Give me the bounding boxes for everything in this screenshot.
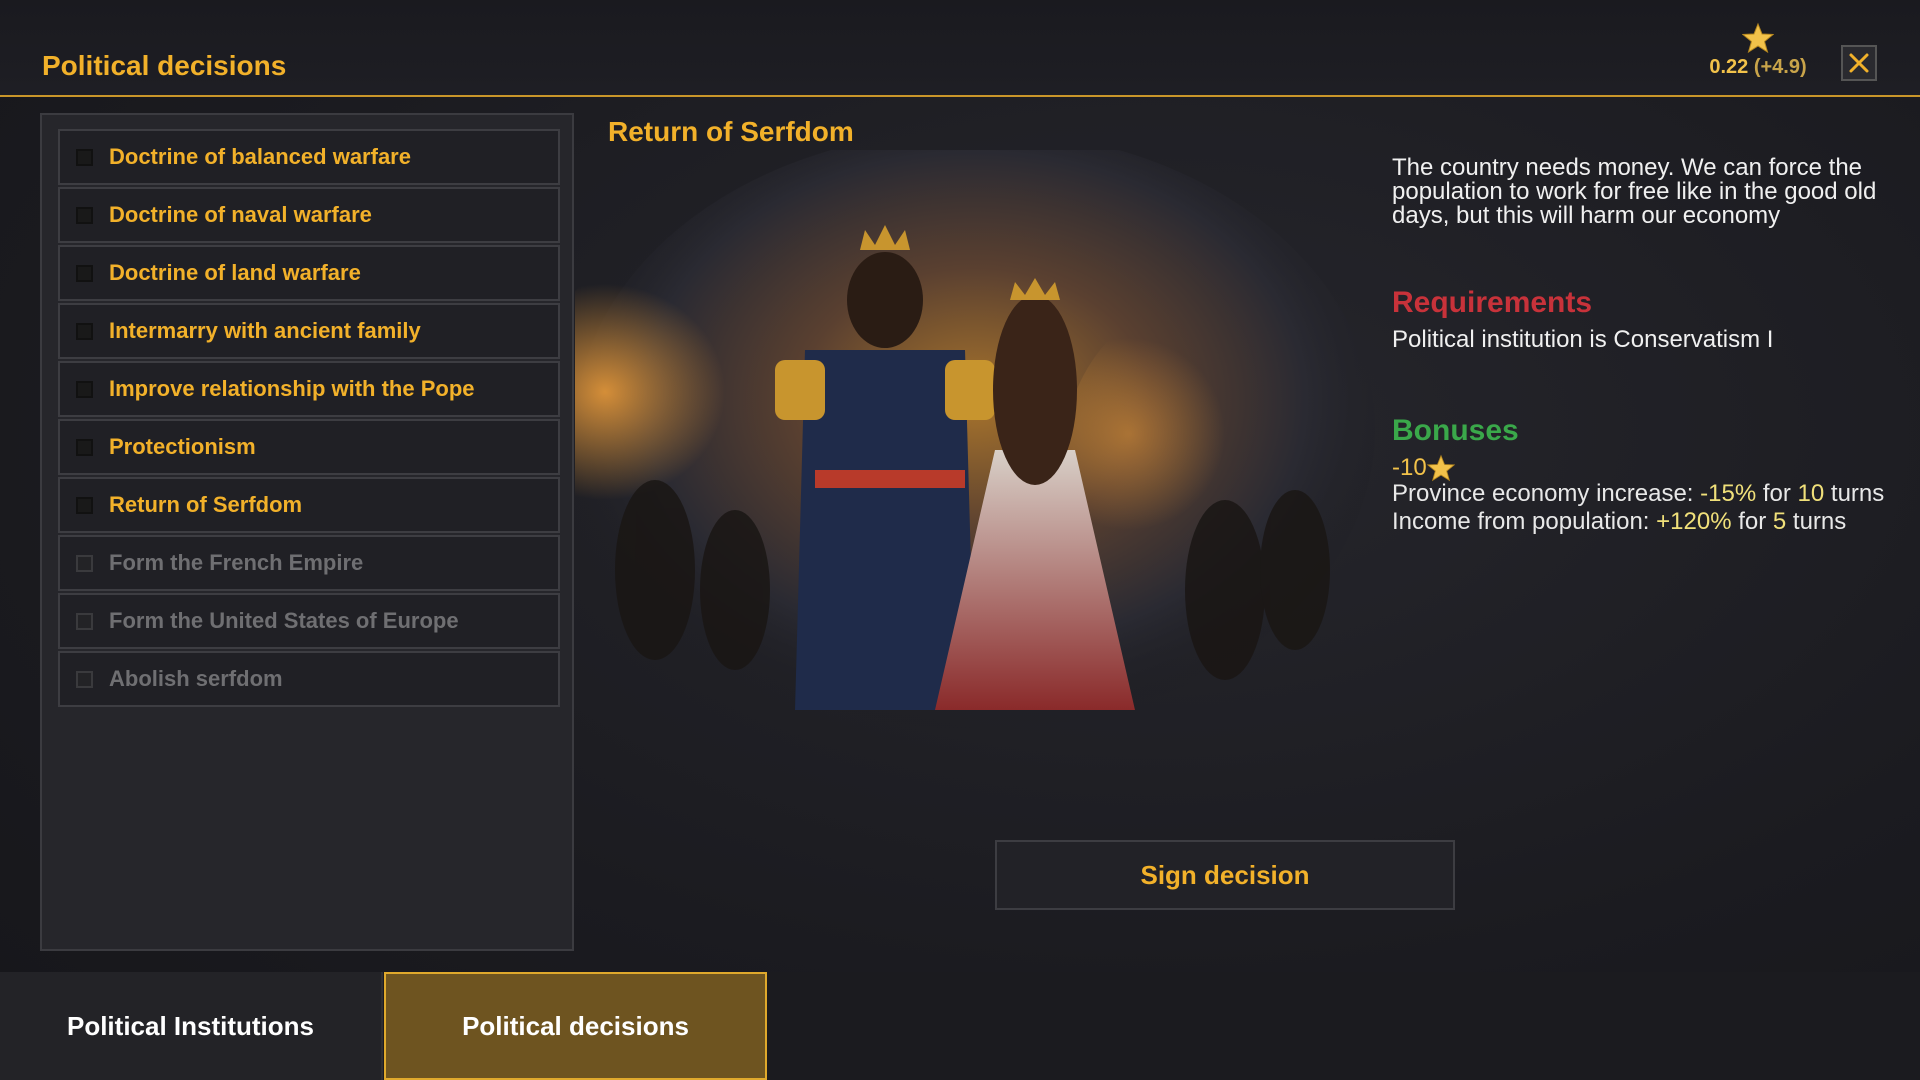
decision-item[interactable]: Return of Serfdom [58,477,560,533]
bonus-unit: turns [1786,508,1847,535]
tab-political-institutions[interactable]: Political Institutions [0,972,383,1080]
bonus-for: for [1731,508,1773,535]
decision-item[interactable]: Doctrine of naval warfare [58,187,560,243]
star-icon [1426,454,1455,482]
decision-checkbox[interactable] [76,264,93,282]
requirements-heading: Requirements [1392,286,1593,319]
decision-checkbox[interactable] [76,612,93,630]
decision-label: Abolish serfdom [109,666,283,691]
decision-checkbox[interactable] [76,380,93,398]
decisions-list-panel: Doctrine of balanced warfare Doctrine of … [40,113,574,951]
bonus-value: +120% [1656,508,1732,535]
bonus-turns: 10 [1797,480,1825,507]
bonus-item: Income from population: +120% for 5 turn… [1392,508,1892,536]
decision-label: Doctrine of land warfare [109,260,361,285]
bottom-tab-bar: Political Institutions Political decisio… [0,972,1920,1080]
tab-political-decisions[interactable]: Political decisions [384,972,767,1080]
page-title: Political decisions [42,50,287,81]
decision-label: Intermarry with ancient family [109,318,421,343]
decision-checkbox[interactable] [76,322,93,340]
bonus-label: Income from population: [1392,508,1657,535]
decision-item[interactable]: Doctrine of land warfare [58,245,560,301]
decision-checkbox[interactable] [76,438,93,456]
bonus-item: Province economy increase: -15% for 10 t… [1392,480,1892,508]
decision-label: Improve relationship with the Pope [109,376,475,401]
decision-label: Doctrine of balanced warfare [109,144,411,169]
decision-checkbox[interactable] [76,670,93,688]
header-bar: Political decisions 0.22 (+4.9) [0,0,1920,97]
decision-item[interactable]: Form the French Empire [58,535,560,591]
decision-label: Form the French Empire [109,550,364,575]
requirement-text: Political institution is Conservatism I [1392,326,1774,353]
bonus-list: Province economy increase: -15% for 10 t… [1392,480,1892,536]
bonus-value: -15% [1700,480,1757,507]
bonus-turns: 5 [1772,508,1787,535]
decision-item[interactable]: Abolish serfdom [58,651,560,707]
currency-value: 0.22 [1709,56,1749,78]
decision-label: Protectionism [109,434,256,459]
star-icon [1742,22,1774,54]
decisions-list: Doctrine of balanced warfare Doctrine of … [58,129,560,709]
decision-description: The country needs money. We can force th… [1392,154,1877,229]
decision-item[interactable]: Protectionism [58,419,560,475]
sign-decision-button[interactable]: Sign decision [995,840,1455,910]
cost-value: -10 [1392,454,1427,481]
close-button[interactable] [1841,45,1877,81]
bonus-label: Province economy increase: [1392,480,1701,507]
decision-title: Return of Serfdom [608,116,854,147]
decision-artwork [575,150,1375,730]
decision-label: Doctrine of naval warfare [109,202,372,227]
decision-item[interactable]: Improve relationship with the Pope [58,361,560,417]
decision-checkbox[interactable] [76,206,93,224]
bonus-for: for [1756,480,1798,507]
decision-item[interactable]: Intermarry with ancient family [58,303,560,359]
decision-checkbox[interactable] [76,554,93,572]
decision-label: Form the United States of Europe [109,608,459,633]
decision-checkbox[interactable] [76,148,93,166]
bonus-unit: turns [1824,480,1885,507]
currency-display: 0.22 (+4.9) [1690,22,1826,79]
decision-label: Return of Serfdom [109,492,303,517]
decision-item[interactable]: Doctrine of balanced warfare [58,129,560,185]
decision-item[interactable]: Form the United States of Europe [58,593,560,649]
close-icon [1849,53,1869,73]
bonuses-heading: Bonuses [1392,414,1519,447]
decision-checkbox[interactable] [76,496,93,514]
bonus-cost: -10 [1392,454,1455,482]
currency-delta: (+4.9) [1753,56,1807,78]
